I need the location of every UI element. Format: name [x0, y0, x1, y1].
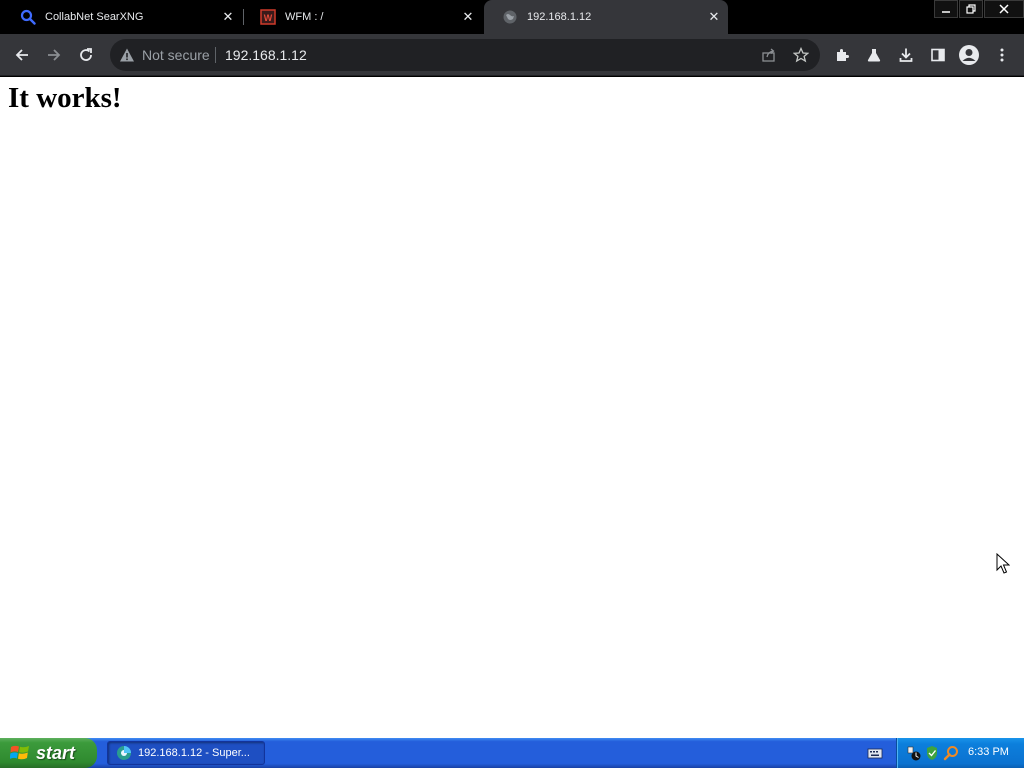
page-viewport: It works! — [0, 77, 1024, 738]
warning-icon[interactable] — [119, 47, 135, 63]
svg-text:W: W — [264, 13, 273, 23]
address-divider — [215, 47, 216, 63]
start-label: start — [36, 742, 76, 763]
taskbar: start 192.168.1.12 - Super... 6:33 PM — [0, 738, 1024, 768]
menu-icon[interactable] — [990, 43, 1014, 67]
profile-icon[interactable] — [957, 43, 981, 67]
tab-collabnet-searxng[interactable]: CollabNet SearXNG ✕ — [2, 0, 242, 34]
tab-close-icon[interactable]: ✕ — [706, 9, 722, 25]
window-close-icon[interactable] — [984, 0, 1024, 18]
screen: CollabNet SearXNG ✕ W WFM : / ✕ 192.168.… — [0, 0, 1024, 768]
tab-wfm[interactable]: W WFM : / ✕ — [242, 0, 482, 34]
windows-flag-icon — [10, 745, 29, 760]
keyboard-icon[interactable] — [867, 746, 883, 760]
search-icon — [20, 9, 36, 25]
browser-icon — [117, 746, 131, 760]
bookmark-star-icon[interactable] — [793, 47, 809, 63]
labs-icon[interactable] — [862, 43, 886, 67]
wfm-icon: W — [260, 9, 276, 25]
tab-title: WFM : / — [285, 11, 324, 23]
share-icon[interactable] — [761, 47, 777, 63]
tray-shield-icon[interactable] — [924, 745, 940, 761]
taskbar-item-label: 192.168.1.12 - Super... — [138, 747, 250, 759]
back-arrow-icon[interactable] — [10, 43, 34, 67]
tray-search-icon[interactable] — [943, 745, 959, 761]
forward-arrow-icon[interactable] — [42, 43, 66, 67]
tray-network-icon[interactable] — [906, 745, 922, 761]
address-bar[interactable]: Not secure 192.168.1.12 — [110, 39, 820, 71]
start-button[interactable]: start — [0, 738, 97, 768]
taskbar-item-browser[interactable]: 192.168.1.12 - Super... — [107, 741, 265, 765]
system-tray: 6:33 PM — [896, 738, 1024, 768]
download-icon[interactable] — [894, 43, 918, 67]
browser-toolbar: Not secure 192.168.1.12 — [0, 34, 1024, 76]
tab-active[interactable]: 192.168.1.12 ✕ — [484, 0, 728, 34]
page-heading: It works! — [8, 82, 122, 114]
security-label[interactable]: Not secure — [142, 47, 210, 63]
clock[interactable]: 6:33 PM — [968, 746, 1009, 758]
mouse-cursor-icon — [996, 553, 1010, 574]
tab-close-icon[interactable]: ✕ — [220, 9, 236, 25]
globe-icon — [502, 9, 518, 25]
tab-title: CollabNet SearXNG — [45, 11, 144, 23]
url-text[interactable]: 192.168.1.12 — [225, 47, 307, 63]
tab-title: 192.168.1.12 — [527, 11, 592, 23]
tab-close-icon[interactable]: ✕ — [460, 9, 476, 25]
side-panel-icon[interactable] — [926, 43, 950, 67]
restore-icon[interactable] — [959, 0, 983, 18]
window-controls — [933, 0, 1024, 18]
minimize-icon[interactable] — [934, 0, 958, 18]
reload-icon[interactable] — [74, 43, 98, 67]
extensions-icon[interactable] — [830, 43, 854, 67]
tab-strip: CollabNet SearXNG ✕ W WFM : / ✕ 192.168.… — [0, 0, 1024, 34]
